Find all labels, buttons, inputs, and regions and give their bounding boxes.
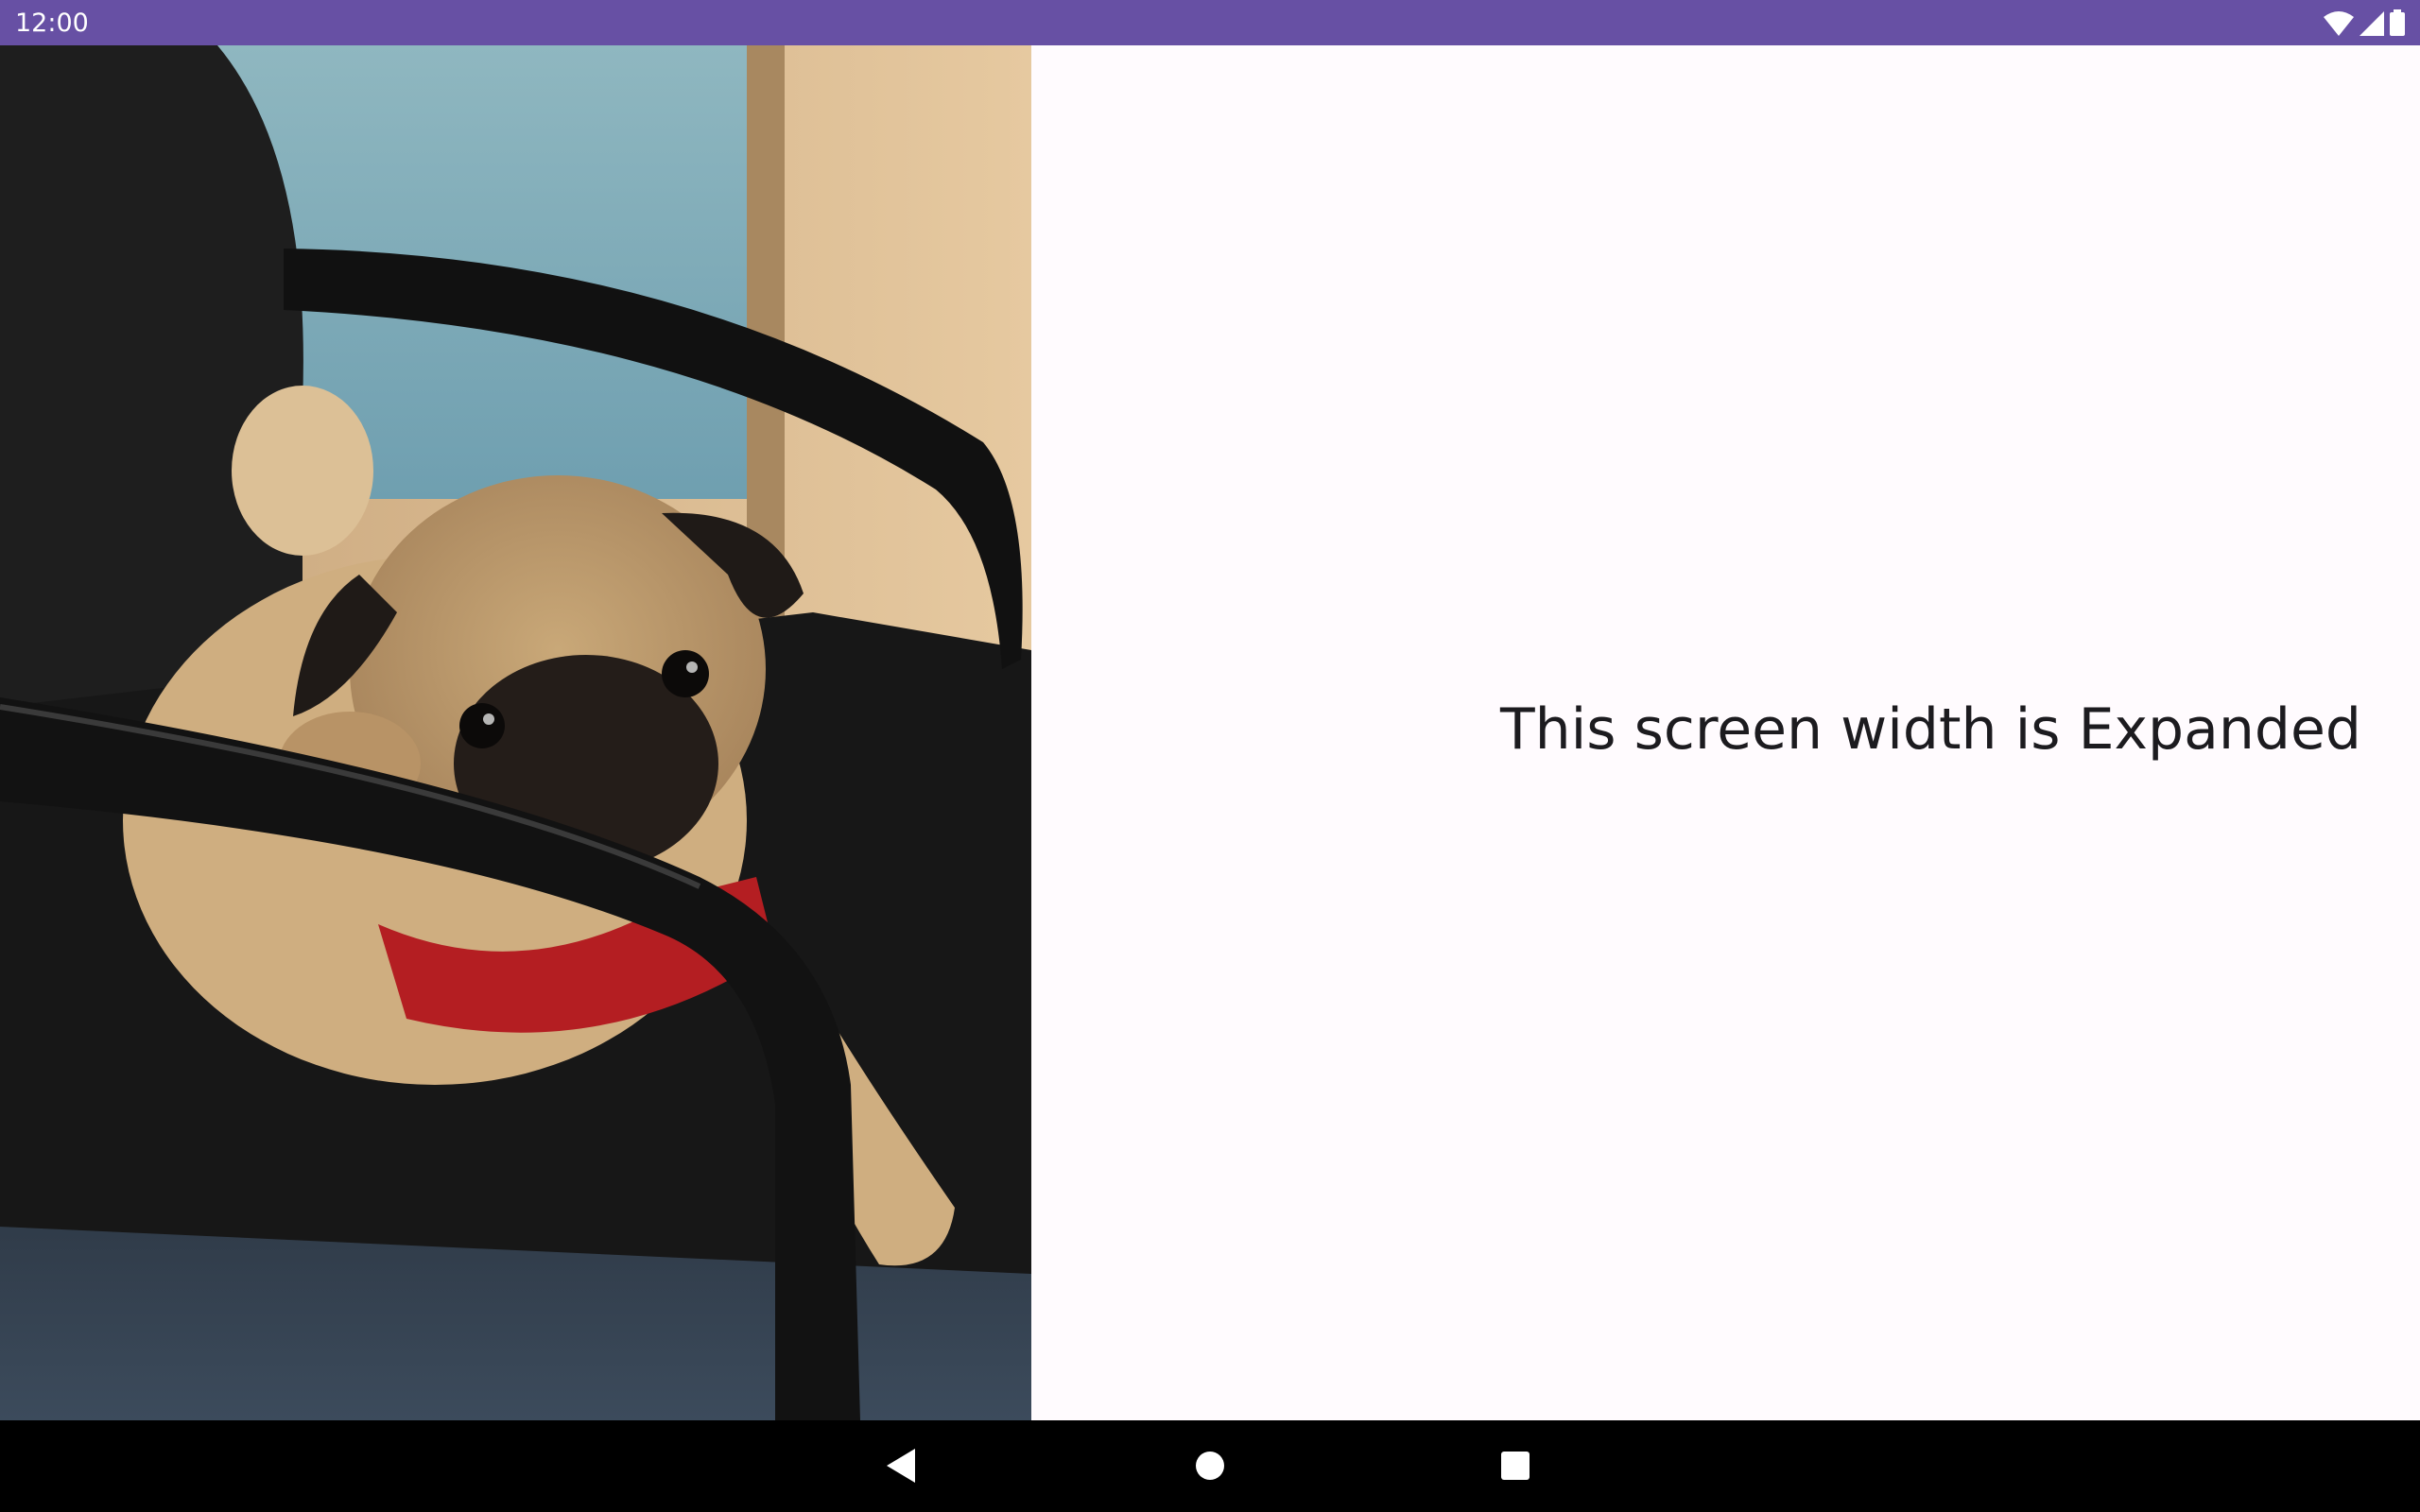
back-button[interactable]: [877, 1441, 926, 1490]
device-screen: 12:00 This screen width is Expanded: [0, 0, 2420, 1512]
home-icon: [1196, 1452, 1224, 1480]
text-pane: This screen width is Expanded: [1031, 45, 2420, 1420]
status-bar: 12:00: [0, 0, 2420, 45]
status-icons: [2324, 9, 2405, 36]
cellular-signal-icon: [2360, 11, 2384, 36]
battery-icon: [2390, 9, 2405, 36]
wifi-icon: [2324, 11, 2354, 36]
status-time: 12:00: [15, 9, 89, 38]
recents-button[interactable]: [1491, 1441, 1540, 1490]
pug-photo: [0, 45, 1031, 1420]
navigation-bar: [0, 1420, 2420, 1512]
window-width-label: This screen width is Expanded: [1499, 696, 2361, 763]
main-content: This screen width is Expanded: [0, 45, 2420, 1420]
home-button[interactable]: [1185, 1441, 1235, 1490]
recents-icon: [1501, 1452, 1530, 1480]
back-icon: [887, 1449, 915, 1483]
